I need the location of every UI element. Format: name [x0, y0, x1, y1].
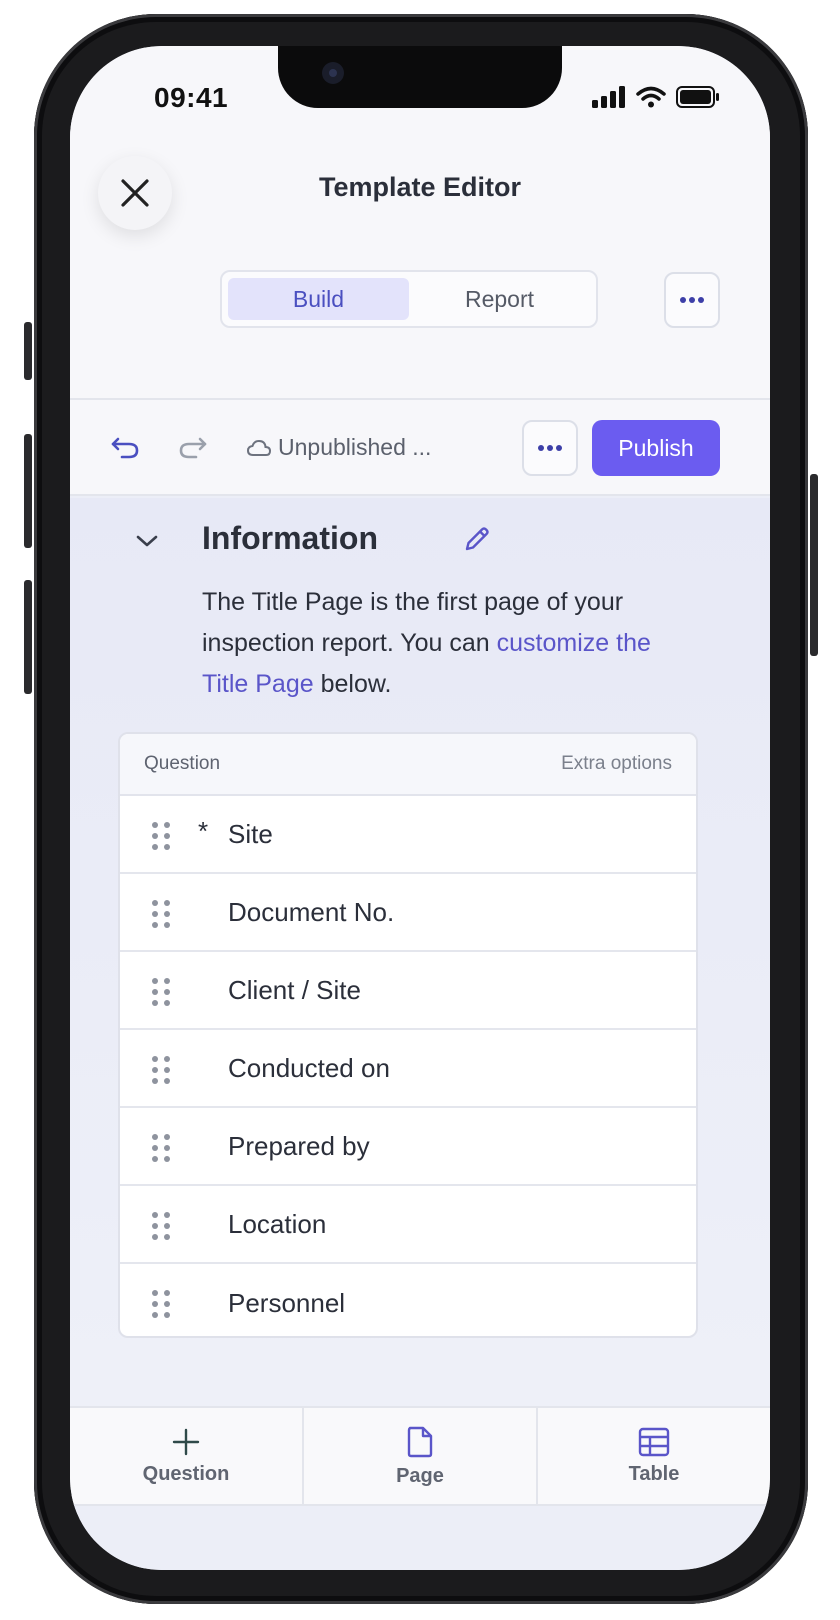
- status-time: 09:41: [154, 82, 229, 113]
- page-icon: [407, 1426, 433, 1457]
- page-title: Template Editor: [318, 172, 522, 202]
- publish-status-text: Unpublished ...: [278, 434, 432, 460]
- phone-side-button: [24, 322, 32, 380]
- notch: [278, 46, 562, 108]
- drag-handle-icon[interactable]: [150, 1054, 172, 1086]
- table-row[interactable]: * Site: [120, 796, 696, 874]
- table-row[interactable]: Personnel: [120, 1264, 696, 1336]
- add-page-button[interactable]: Page: [304, 1408, 538, 1504]
- cloud-icon: [246, 439, 272, 456]
- drag-handle-icon[interactable]: [150, 1288, 172, 1320]
- build-report-toggle: Build Report: [220, 270, 598, 328]
- table-row[interactable]: Client / Site: [120, 952, 696, 1030]
- add-question-label: Question: [142, 1462, 230, 1485]
- wifi-icon: [636, 86, 666, 108]
- redo-button[interactable]: [176, 430, 210, 464]
- add-page-label: Page: [396, 1464, 444, 1487]
- redo-icon: [179, 437, 207, 459]
- undo-icon: [111, 437, 139, 459]
- phone-volume-down-button: [24, 580, 32, 694]
- table-header: Question Extra options: [120, 734, 696, 796]
- question-label: Prepared by: [228, 1130, 370, 1161]
- undo-button[interactable]: [108, 430, 142, 464]
- question-label: Location: [228, 1208, 327, 1239]
- question-label: Personnel: [228, 1287, 346, 1318]
- phone-volume-up-button: [24, 434, 32, 548]
- publish-button[interactable]: Publish: [592, 420, 720, 476]
- tab-build[interactable]: Build: [228, 278, 409, 320]
- drag-handle-icon[interactable]: [150, 898, 172, 930]
- chevron-down-icon: [136, 535, 158, 547]
- editor-header: Template Editor Build Report: [70, 146, 770, 400]
- table-row[interactable]: Prepared by: [120, 1108, 696, 1186]
- template-content: Information The Title Page is the first …: [70, 498, 770, 1406]
- question-label: Site: [228, 818, 273, 849]
- collapse-section-button[interactable]: [132, 526, 162, 556]
- description-suffix: below.: [313, 670, 392, 698]
- toolbar-more-button[interactable]: [522, 420, 578, 476]
- table-icon: [638, 1427, 670, 1456]
- question-label: Client / Site: [228, 974, 361, 1005]
- add-item-bar: Question Page Table: [70, 1406, 770, 1506]
- camera-icon: [322, 62, 344, 84]
- edit-section-button[interactable]: [460, 522, 494, 556]
- column-extra-options: Extra options: [561, 753, 672, 774]
- phone-screen: 09:41 Template Editor Build Report Unpub…: [70, 46, 770, 1570]
- drag-handle-icon[interactable]: [150, 1210, 172, 1242]
- editor-toolbar: Unpublished ... Publish: [70, 400, 770, 496]
- question-label: Conducted on: [228, 1052, 390, 1083]
- add-table-button[interactable]: Table: [538, 1408, 770, 1504]
- question-label: Document No.: [228, 896, 395, 927]
- required-marker: *: [198, 816, 209, 846]
- add-question-button[interactable]: Question: [70, 1408, 304, 1504]
- phone-power-button: [810, 474, 818, 656]
- publish-status: Unpublished ...: [246, 434, 431, 461]
- pencil-icon: [465, 527, 489, 551]
- add-table-label: Table: [628, 1462, 680, 1485]
- header-more-button[interactable]: [664, 272, 720, 328]
- questions-table: Question Extra options * Site Document No.…: [118, 732, 698, 1338]
- plus-icon: [172, 1428, 200, 1455]
- section-title: Information: [202, 520, 378, 556]
- section-description: The Title Page is the first page of your…: [202, 582, 662, 705]
- table-row[interactable]: Document No.: [120, 874, 696, 952]
- tab-report[interactable]: Report: [409, 278, 590, 320]
- home-indicator-area: [70, 1506, 770, 1570]
- drag-handle-icon[interactable]: [150, 1132, 172, 1164]
- drag-handle-icon[interactable]: [150, 976, 172, 1008]
- cellular-signal-icon: [592, 86, 625, 108]
- table-row[interactable]: Location: [120, 1186, 696, 1264]
- table-row[interactable]: Conducted on: [120, 1030, 696, 1108]
- more-horizontal-icon: [538, 445, 562, 451]
- more-horizontal-icon: [680, 297, 704, 303]
- drag-handle-icon[interactable]: [150, 820, 172, 852]
- status-icons: [592, 86, 720, 108]
- column-question: Question: [144, 753, 221, 774]
- battery-icon: [676, 86, 719, 108]
